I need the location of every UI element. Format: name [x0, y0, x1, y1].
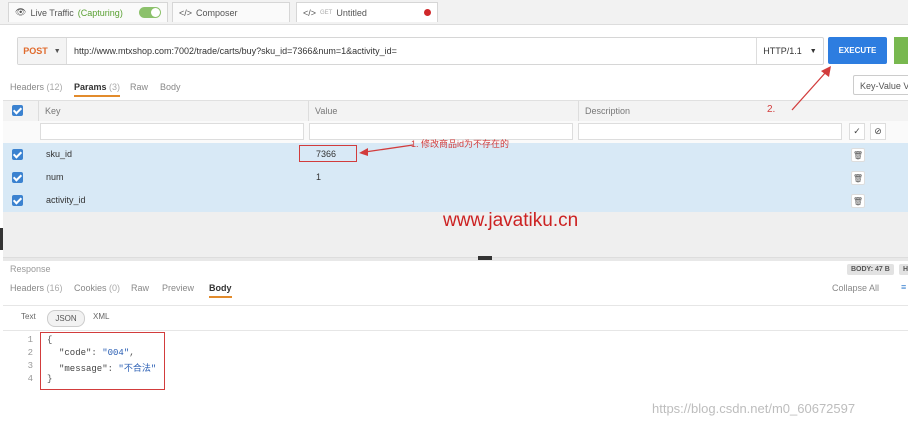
line-number: 1 — [27, 335, 33, 345]
param-key[interactable]: sku_id — [46, 143, 72, 166]
tab-body[interactable]: Body — [160, 82, 181, 92]
resize-handle-icon[interactable] — [478, 256, 492, 260]
response-tab-raw[interactable]: Raw — [131, 283, 149, 293]
response-tab-headers-label: Headers — [10, 283, 45, 293]
capture-toggle[interactable] — [139, 7, 161, 18]
save-button[interactable] — [894, 37, 908, 64]
param-value[interactable]: 1 — [316, 166, 321, 189]
response-label: Response — [10, 264, 51, 274]
request-bar: POST ▼ http://www.mtxshop.com:7002/trade… — [17, 37, 824, 65]
unsaved-dot-icon — [424, 9, 431, 16]
format-xml[interactable]: XML — [93, 312, 109, 321]
row-checkbox[interactable] — [12, 195, 23, 206]
annotation-note-2: 2. — [767, 104, 776, 115]
eye-icon: 👁 — [15, 7, 27, 17]
tab-raw[interactable]: Raw — [130, 82, 148, 92]
param-key[interactable]: activity_id — [46, 189, 86, 212]
line-number: 3 — [27, 361, 33, 371]
annotation-code-box — [40, 332, 165, 390]
annotation-note-1: 1. 修改商品id为不存在的 — [411, 139, 510, 149]
tab-live-traffic[interactable]: 👁 Live Traffic (Capturing) — [8, 2, 168, 22]
response-tab-cookies[interactable]: Cookies (0) — [74, 283, 120, 293]
method-select[interactable]: POST ▼ — [18, 38, 67, 64]
format-json[interactable]: JSON — [47, 310, 85, 327]
response-tab-preview[interactable]: Preview — [162, 283, 194, 293]
protocol-label: HTTP/1.1 — [763, 46, 802, 56]
pane-divider[interactable] — [3, 257, 908, 261]
response-extra-badge: H — [899, 264, 908, 275]
annotation-arrow-2 — [791, 66, 831, 111]
select-all-checkbox[interactable] — [12, 105, 23, 116]
format-text[interactable]: Text — [21, 312, 36, 321]
column-value: Value — [308, 101, 578, 121]
response-tab-headers-count: (16) — [46, 283, 63, 293]
response-tab-cookies-count: (0) — [109, 283, 121, 293]
collapse-all-button[interactable]: Collapse All — [832, 283, 879, 293]
method-label: POST — [23, 46, 48, 56]
cancel-icon[interactable]: ⊘ — [870, 123, 886, 140]
response-tab-body[interactable]: Body — [209, 283, 232, 298]
annotation-arrow-1 — [359, 144, 414, 156]
wrap-lines-icon[interactable]: ≡ — [901, 282, 906, 292]
tab-params-label: Params — [74, 82, 107, 92]
execute-button[interactable]: EXECUTE — [828, 37, 887, 64]
tab-untitled[interactable]: </> GET Untitled — [296, 2, 438, 22]
url-input[interactable]: http://www.mtxshop.com:7002/trade/carts/… — [74, 38, 397, 64]
trash-icon[interactable]: 🗑 — [851, 171, 865, 185]
new-key-input[interactable] — [40, 123, 304, 140]
column-key: Key — [38, 101, 308, 121]
tab-bar: 👁 Live Traffic (Capturing) </> Composer … — [0, 0, 908, 25]
response-tab-headers[interactable]: Headers (16) — [10, 283, 63, 293]
check-icon[interactable]: ✓ — [849, 123, 865, 140]
code-icon: </> — [303, 7, 317, 18]
format-bar: Text JSON XML — [3, 305, 908, 331]
param-key[interactable]: num — [46, 166, 64, 189]
tab-headers-count: (12) — [46, 82, 63, 92]
trash-icon[interactable]: 🗑 — [851, 148, 865, 162]
row-checkbox[interactable] — [12, 149, 23, 160]
left-edge-marker — [0, 228, 3, 250]
tab-untitled-label: Untitled — [336, 7, 367, 18]
capturing-status: (Capturing) — [77, 7, 123, 18]
tab-composer[interactable]: </> Composer — [172, 2, 290, 22]
chevron-down-icon: ▼ — [53, 47, 61, 55]
protocol-select[interactable]: HTTP/1.1 ▼ — [756, 38, 823, 64]
tab-headers[interactable]: Headers (12) — [10, 82, 63, 92]
code-icon: </> — [179, 7, 193, 18]
chevron-down-icon: ▼ — [809, 47, 817, 55]
body-size-badge: BODY: 47 B — [847, 264, 894, 275]
line-number: 4 — [27, 374, 33, 384]
tab-params[interactable]: Params (3) — [74, 82, 121, 97]
table-row[interactable]: num 1 🗑 — [3, 166, 908, 190]
tab-method-prefix: GET — [320, 9, 333, 16]
tab-params-count: (3) — [109, 82, 121, 92]
tab-composer-label: Composer — [196, 7, 238, 18]
tab-live-traffic-label: Live Traffic — [30, 7, 74, 18]
line-number: 2 — [27, 348, 33, 358]
tab-headers-label: Headers — [10, 82, 45, 92]
key-value-view-select[interactable]: Key-Value Vi — [853, 75, 908, 95]
csdn-watermark: https://blog.csdn.net/m0_60672597 — [652, 401, 856, 416]
trash-icon[interactable]: 🗑 — [851, 194, 865, 208]
row-checkbox[interactable] — [12, 172, 23, 183]
annotation-highlight-box — [299, 145, 357, 162]
watermark-text: www.javatiku.cn — [443, 210, 579, 231]
new-description-input[interactable] — [578, 123, 842, 140]
response-tab-cookies-label: Cookies — [74, 283, 107, 293]
